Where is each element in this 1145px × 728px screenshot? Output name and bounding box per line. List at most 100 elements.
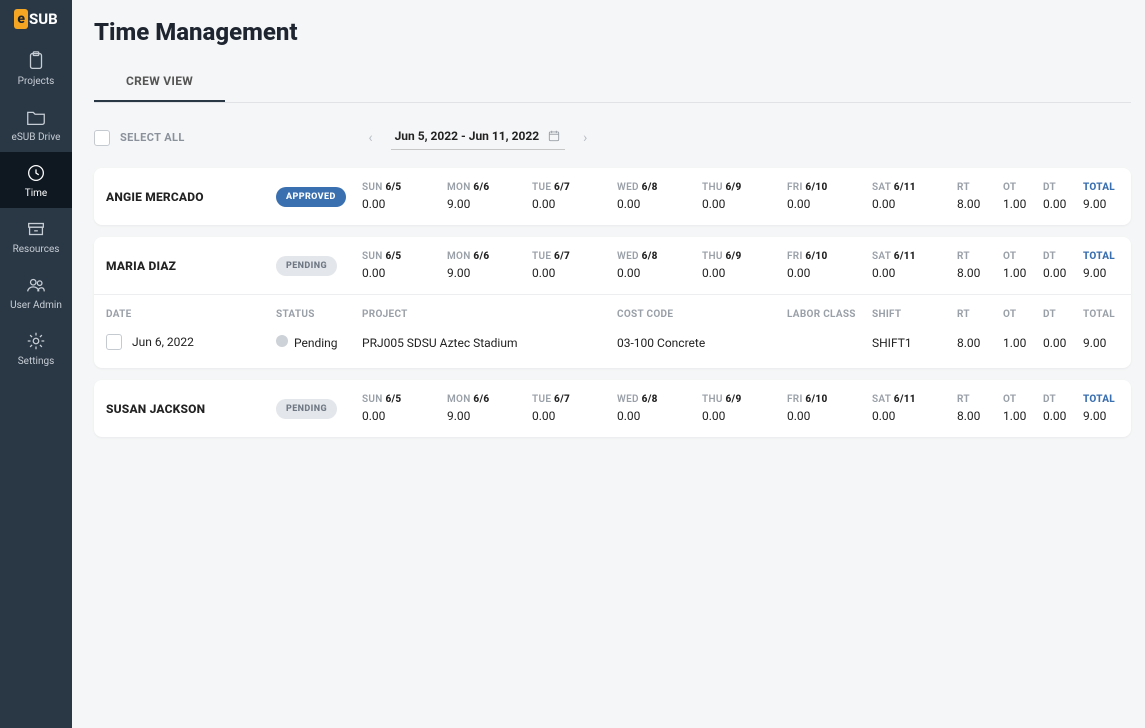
nav-projects[interactable]: Projects <box>0 40 72 96</box>
day-label: THU 6/9 <box>702 251 787 262</box>
sum-val: 9.00 <box>1083 409 1141 423</box>
sum-head: RT <box>957 182 1003 193</box>
day-hours: 0.00 <box>872 409 957 423</box>
sum-val: 8.00 <box>957 197 1003 211</box>
sum-val: 0.00 <box>1043 266 1083 280</box>
nav-drive[interactable]: eSUB Drive <box>0 96 72 152</box>
detail-ot: 1.00 <box>1003 336 1043 350</box>
sum-col: DT 0.00 <box>1043 182 1083 211</box>
day-hours: 9.00 <box>447 197 532 211</box>
sum-col: OT 1.00 <box>1003 182 1043 211</box>
tabs: CREW VIEW <box>94 64 1131 103</box>
day-hours: 0.00 <box>362 197 447 211</box>
crew-summary-row[interactable]: SUSAN JACKSON PENDING SUN 6/5 0.00 MON 6… <box>94 380 1131 437</box>
nav-user-admin[interactable]: User Admin <box>0 264 72 320</box>
day-label: SUN 6/5 <box>362 251 447 262</box>
day-cell: FRI 6/10 0.00 <box>787 182 872 211</box>
day-cell: TUE 6/7 0.00 <box>532 182 617 211</box>
nav-label: Projects <box>18 76 55 87</box>
day-hours: 0.00 <box>702 409 787 423</box>
sum-val: 1.00 <box>1003 409 1043 423</box>
day-hours: 0.00 <box>362 266 447 280</box>
detail-total: 9.00 <box>1083 336 1141 350</box>
prev-week-button[interactable]: ‹ <box>364 126 376 150</box>
day-cell: WED 6/8 0.00 <box>617 251 702 280</box>
sum-head: DT <box>1043 394 1083 405</box>
sum-col: DT 0.00 <box>1043 251 1083 280</box>
tab-crew-view[interactable]: CREW VIEW <box>94 64 225 102</box>
date-range-text: Jun 5, 2022 - Jun 11, 2022 <box>395 129 540 143</box>
day-label: MON 6/6 <box>447 182 532 193</box>
day-hours: 0.00 <box>617 197 702 211</box>
detail-header: DT <box>1043 309 1083 320</box>
sum-val: 9.00 <box>1083 197 1141 211</box>
detail-header-row: DATE STATUS PROJECT COST CODE LABOR CLAS… <box>94 294 1131 324</box>
detail-body-row[interactable]: Jun 6, 2022 Pending PRJ005 SDSU Aztec St… <box>94 324 1131 368</box>
status-cell: PENDING <box>276 256 362 276</box>
day-label: WED 6/8 <box>617 394 702 405</box>
nav-label: eSUB Drive <box>12 132 61 143</box>
detail-shift: SHIFT1 <box>872 336 957 350</box>
day-hours: 0.00 <box>787 266 872 280</box>
nav-label: Time <box>25 188 47 199</box>
day-cell: SAT 6/11 0.00 <box>872 394 957 423</box>
status-badge: PENDING <box>276 399 337 419</box>
nav-label: Settings <box>18 356 55 367</box>
crew-name: MARIA DIAZ <box>106 259 276 273</box>
main-content: Time Management CREW VIEW SELECT ALL ‹ J… <box>72 0 1145 728</box>
archive-icon <box>25 218 47 240</box>
crew-name: ANGIE MERCADO <box>106 190 276 204</box>
nav-settings[interactable]: Settings <box>0 320 72 376</box>
sum-head: OT <box>1003 251 1043 262</box>
day-label: MON 6/6 <box>447 251 532 262</box>
brand-badge: e <box>14 9 28 29</box>
sum-head: RT <box>957 251 1003 262</box>
sum-head: DT <box>1043 251 1083 262</box>
date-range-input[interactable]: Jun 5, 2022 - Jun 11, 2022 <box>391 125 566 150</box>
day-hours: 0.00 <box>702 197 787 211</box>
select-all-checkbox[interactable] <box>94 130 110 146</box>
nav-label: Resources <box>13 244 60 255</box>
sum-head: RT <box>957 394 1003 405</box>
status-dot-icon <box>276 335 288 347</box>
day-hours: 9.00 <box>447 266 532 280</box>
day-hours: 9.00 <box>447 409 532 423</box>
day-cell: SUN 6/5 0.00 <box>362 394 447 423</box>
next-week-button[interactable]: › <box>579 126 591 150</box>
day-cell: FRI 6/10 0.00 <box>787 251 872 280</box>
sum-col: RT 8.00 <box>957 182 1003 211</box>
select-all[interactable]: SELECT ALL <box>94 130 185 146</box>
sum-col: TOTAL 9.00 <box>1083 394 1141 423</box>
detail-checkbox[interactable] <box>106 334 122 350</box>
crew-card: SUSAN JACKSON PENDING SUN 6/5 0.00 MON 6… <box>94 380 1131 437</box>
status-badge: PENDING <box>276 256 337 276</box>
sum-col: DT 0.00 <box>1043 394 1083 423</box>
day-cell: TUE 6/7 0.00 <box>532 251 617 280</box>
folder-icon <box>25 106 47 128</box>
nav-resources[interactable]: Resources <box>0 208 72 264</box>
crew-card: ANGIE MERCADO APPROVED SUN 6/5 0.00 MON … <box>94 168 1131 225</box>
detail-header: OT <box>1003 309 1043 320</box>
day-cell: SUN 6/5 0.00 <box>362 251 447 280</box>
day-cell: MON 6/6 9.00 <box>447 182 532 211</box>
detail-date-text: Jun 6, 2022 <box>132 335 194 349</box>
detail-date: Jun 6, 2022 <box>106 334 276 350</box>
day-cell: FRI 6/10 0.00 <box>787 394 872 423</box>
detail-header: DATE <box>106 309 276 320</box>
crew-summary-row[interactable]: MARIA DIAZ PENDING SUN 6/5 0.00 MON 6/6 … <box>94 237 1131 294</box>
day-hours: 0.00 <box>617 409 702 423</box>
day-label: FRI 6/10 <box>787 182 872 193</box>
day-label: THU 6/9 <box>702 182 787 193</box>
nav-label: User Admin <box>10 300 62 311</box>
crew-card: MARIA DIAZ PENDING SUN 6/5 0.00 MON 6/6 … <box>94 237 1131 368</box>
sum-col: TOTAL 9.00 <box>1083 182 1141 211</box>
day-hours: 0.00 <box>362 409 447 423</box>
day-hours: 0.00 <box>872 266 957 280</box>
sum-col: TOTAL 9.00 <box>1083 251 1141 280</box>
sum-head: OT <box>1003 394 1043 405</box>
nav-time[interactable]: Time <box>0 152 72 208</box>
day-cell: MON 6/6 9.00 <box>447 394 532 423</box>
sum-head: TOTAL <box>1083 182 1141 193</box>
crew-summary-row[interactable]: ANGIE MERCADO APPROVED SUN 6/5 0.00 MON … <box>94 168 1131 225</box>
day-hours: 0.00 <box>787 197 872 211</box>
